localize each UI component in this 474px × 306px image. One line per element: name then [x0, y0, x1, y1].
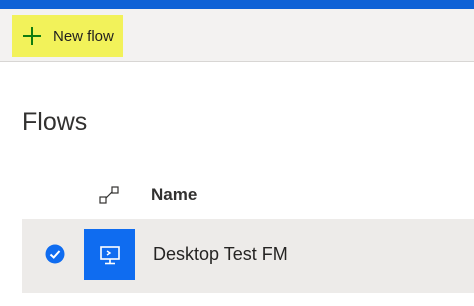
new-flow-label: New flow: [53, 27, 114, 45]
table-row[interactable]: Desktop Test FM: [22, 219, 474, 293]
checkmark-icon[interactable]: [45, 244, 65, 264]
plus-icon: [23, 27, 41, 45]
desktop-flow-icon: [99, 245, 120, 264]
flow-type-icon: [99, 186, 119, 204]
table-header: Name: [22, 176, 474, 212]
flow-name[interactable]: Desktop Test FM: [153, 244, 288, 265]
flow-icon-tile: [84, 229, 135, 280]
column-header-name[interactable]: Name: [151, 185, 197, 205]
top-accent-bar: [0, 0, 474, 9]
page-title: Flows: [22, 108, 88, 136]
new-flow-button[interactable]: New flow: [12, 15, 123, 57]
